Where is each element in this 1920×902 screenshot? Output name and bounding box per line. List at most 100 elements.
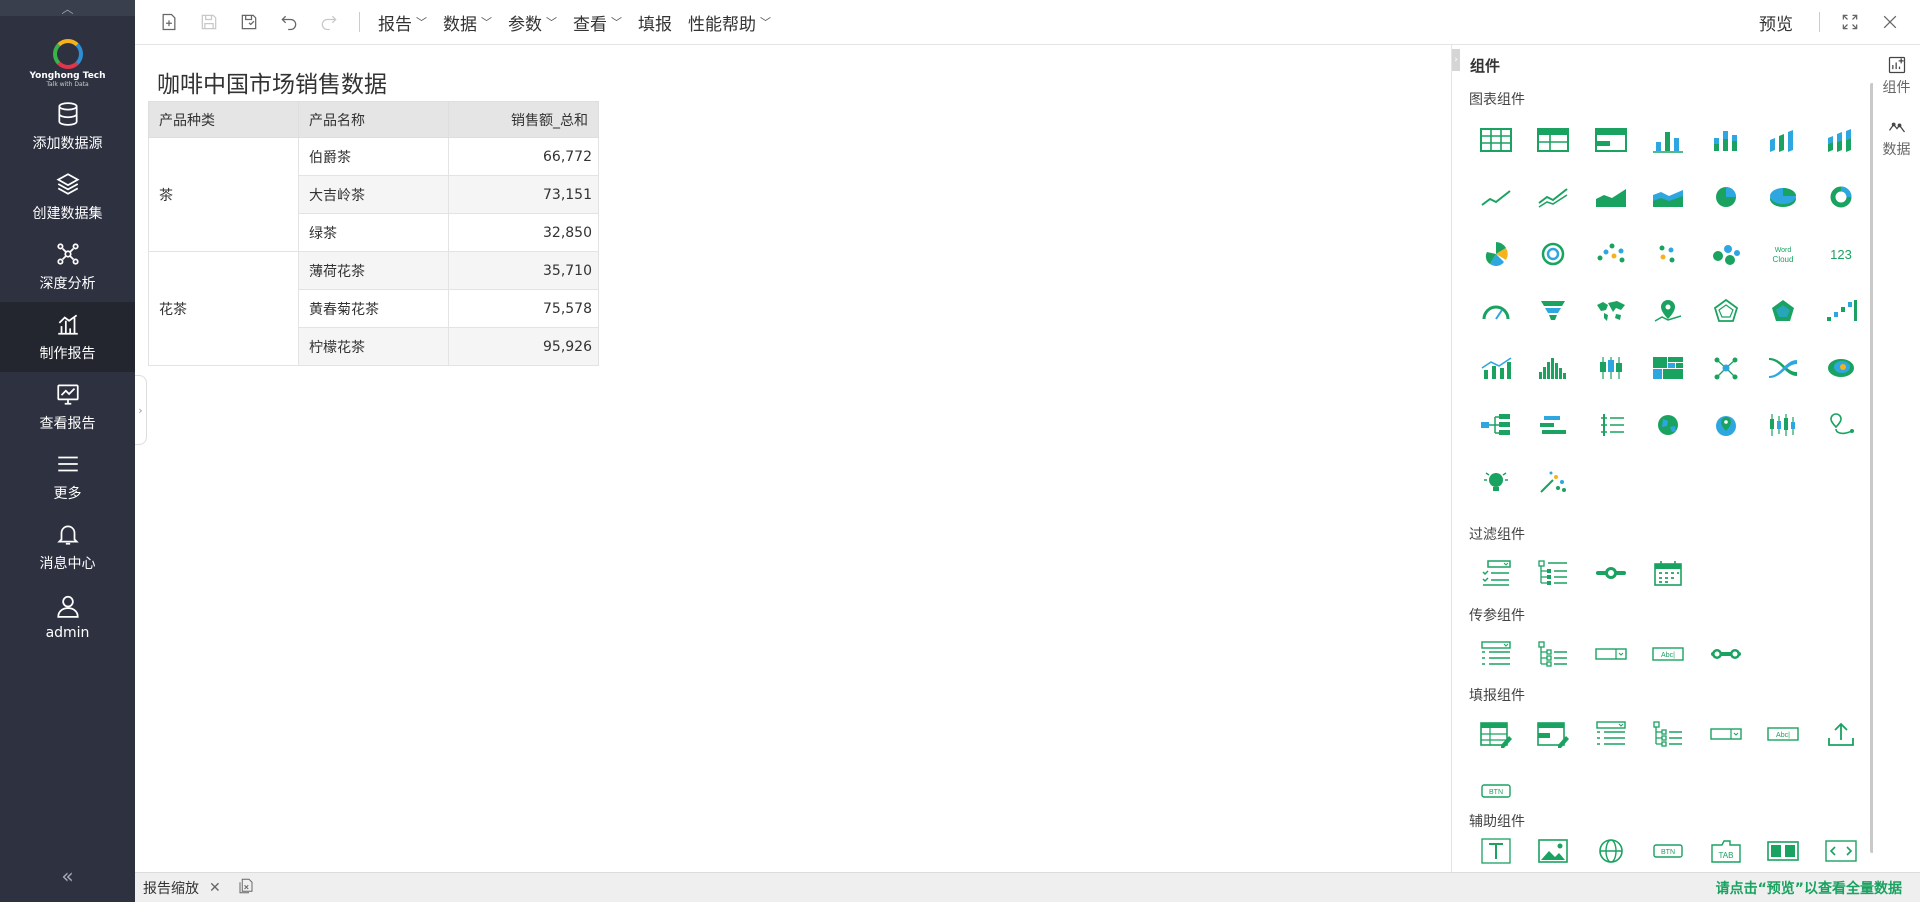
menu-report[interactable]: 报告 ﹀ bbox=[370, 0, 435, 45]
3d-pie-component[interactable] bbox=[1755, 168, 1813, 225]
sidebar-item-add-datasource[interactable]: 添加数据源 bbox=[0, 92, 135, 162]
candlestick-component[interactable] bbox=[1755, 396, 1813, 453]
column-chart-component[interactable] bbox=[1640, 111, 1698, 168]
ring-gauge-component[interactable] bbox=[1525, 225, 1583, 282]
stacked-column-component[interactable] bbox=[1697, 111, 1755, 168]
map-marker-component[interactable] bbox=[1640, 282, 1698, 339]
tab-components[interactable]: 组件 bbox=[1873, 45, 1920, 107]
close-tab-icon[interactable]: ✕ bbox=[209, 880, 221, 896]
redo-button[interactable] bbox=[309, 0, 349, 45]
sidebar-item-create-dataset[interactable]: 创建数据集 bbox=[0, 162, 135, 232]
geo-marker-component[interactable] bbox=[1697, 396, 1755, 453]
list-filter-component[interactable] bbox=[1467, 544, 1525, 601]
fill-upload-component[interactable] bbox=[1812, 705, 1870, 762]
product-name-cell[interactable]: 黄春菊花茶 bbox=[298, 289, 449, 328]
report-canvas[interactable]: › 咖啡中国市场销售数据 产品种类 产品名称 销售额_总和 茶 伯爵茶 66,7… bbox=[135, 45, 1451, 872]
sidebar-item-admin[interactable]: admin bbox=[0, 582, 135, 652]
collapse-panel-handle[interactable]: › bbox=[1452, 49, 1460, 71]
funnel-component[interactable] bbox=[1525, 282, 1583, 339]
route-map-component[interactable] bbox=[1812, 396, 1870, 453]
category-cell[interactable]: 花茶 bbox=[148, 251, 299, 366]
network-component[interactable] bbox=[1697, 339, 1755, 396]
parallel-coordinates-component[interactable] bbox=[1582, 396, 1640, 453]
add-report-tab-button[interactable] bbox=[229, 877, 255, 899]
collapse-up-icon[interactable]: ︿ bbox=[0, 0, 135, 16]
treemap-component[interactable] bbox=[1640, 339, 1698, 396]
expand-left-panel-handle[interactable]: › bbox=[135, 375, 147, 445]
scatter-component[interactable] bbox=[1582, 225, 1640, 282]
save-as-button[interactable] bbox=[229, 0, 269, 45]
sidebar-item-make-report[interactable]: 制作报告 bbox=[0, 302, 135, 372]
sales-value-cell[interactable]: 35,710 bbox=[448, 251, 599, 290]
filled-radar-component[interactable] bbox=[1755, 282, 1813, 339]
text-component[interactable] bbox=[1467, 831, 1525, 871]
combo-chart-component[interactable] bbox=[1467, 339, 1525, 396]
sales-value-cell[interactable]: 66,772 bbox=[448, 137, 599, 176]
gauge-component[interactable] bbox=[1467, 282, 1525, 339]
sales-value-cell[interactable]: 73,151 bbox=[448, 175, 599, 214]
param-list-component[interactable] bbox=[1467, 625, 1525, 682]
rose-chart-component[interactable] bbox=[1467, 225, 1525, 282]
product-name-cell[interactable]: 绿茶 bbox=[298, 213, 449, 252]
param-textinput-component[interactable]: Abc| bbox=[1640, 625, 1698, 682]
menu-view[interactable]: 查看 ﹀ bbox=[565, 0, 630, 45]
3d-column-component[interactable] bbox=[1755, 111, 1813, 168]
globe-component[interactable] bbox=[1640, 396, 1698, 453]
save-button[interactable] bbox=[189, 0, 229, 45]
multi-line-component[interactable] bbox=[1525, 168, 1583, 225]
menu-performance-help[interactable]: 性能帮助 ﹀ bbox=[680, 0, 779, 45]
calendar-filter-component[interactable] bbox=[1640, 544, 1698, 601]
column-header[interactable]: 产品名称 bbox=[298, 101, 449, 138]
word-cloud-component[interactable]: Word Cloud bbox=[1755, 225, 1813, 282]
sidebar-item-messages[interactable]: 消息中心 bbox=[0, 512, 135, 582]
tab-component[interactable]: TAB bbox=[1697, 831, 1755, 871]
image-component[interactable] bbox=[1525, 831, 1583, 871]
3d-stacked-column-component[interactable] bbox=[1812, 111, 1870, 168]
fill-tree-component[interactable] bbox=[1640, 705, 1698, 762]
menu-fill[interactable]: 填报 bbox=[630, 0, 680, 45]
crosstab-table[interactable]: 产品种类 产品名称 销售额_总和 茶 伯爵茶 66,772 大吉岭茶 73,15… bbox=[148, 101, 599, 366]
sales-value-cell[interactable]: 75,578 bbox=[448, 289, 599, 328]
undo-button[interactable] bbox=[269, 0, 309, 45]
heatmap-component[interactable] bbox=[1812, 339, 1870, 396]
crosstab-component[interactable] bbox=[1525, 111, 1583, 168]
preview-button[interactable]: 预览 bbox=[1743, 10, 1809, 35]
param-slider-component[interactable] bbox=[1697, 625, 1755, 682]
fill-textinput-component[interactable]: Abc| bbox=[1755, 705, 1813, 762]
menu-params[interactable]: 参数 ﹀ bbox=[500, 0, 565, 45]
tree-component[interactable] bbox=[1467, 396, 1525, 453]
bubble-chart-component[interactable] bbox=[1697, 225, 1755, 282]
category-cell[interactable]: 茶 bbox=[148, 137, 299, 252]
sankey-component[interactable] bbox=[1755, 339, 1813, 396]
embed-component[interactable] bbox=[1812, 831, 1870, 871]
report-tab[interactable]: 报告缩放 ✕ bbox=[135, 878, 229, 898]
close-button[interactable] bbox=[1870, 0, 1910, 45]
pie-chart-component[interactable] bbox=[1697, 168, 1755, 225]
table-component[interactable] bbox=[1467, 111, 1525, 168]
container-component[interactable] bbox=[1755, 831, 1813, 871]
new-report-button[interactable] bbox=[149, 0, 189, 45]
product-name-cell[interactable]: 伯爵茶 bbox=[298, 137, 449, 176]
report-title[interactable]: 咖啡中国市场销售数据 bbox=[157, 65, 387, 99]
column-header[interactable]: 销售额_总和 bbox=[448, 101, 599, 138]
sidebar-item-deep-analysis[interactable]: 深度分析 bbox=[0, 232, 135, 302]
sidebar-item-more[interactable]: 更多 bbox=[0, 442, 135, 512]
menu-data[interactable]: 数据 ﹀ bbox=[435, 0, 500, 45]
insight-component[interactable] bbox=[1467, 453, 1525, 510]
range-slider-component[interactable] bbox=[1582, 544, 1640, 601]
sales-value-cell[interactable]: 32,850 bbox=[448, 213, 599, 252]
point-chart-component[interactable] bbox=[1640, 225, 1698, 282]
product-name-cell[interactable]: 大吉岭茶 bbox=[298, 175, 449, 214]
column-header[interactable]: 产品种类 bbox=[148, 101, 299, 138]
tree-filter-component[interactable] bbox=[1525, 544, 1583, 601]
line-chart-component[interactable] bbox=[1467, 168, 1525, 225]
tab-data[interactable]: 数据 bbox=[1873, 107, 1920, 169]
world-map-component[interactable] bbox=[1582, 282, 1640, 339]
sidebar-item-view-report[interactable]: 查看报告 bbox=[0, 372, 135, 442]
param-combobox-component[interactable] bbox=[1582, 625, 1640, 682]
area-chart-component[interactable] bbox=[1582, 168, 1640, 225]
product-name-cell[interactable]: 柠檬花茶 bbox=[298, 327, 449, 366]
boxplot-component[interactable] bbox=[1582, 339, 1640, 396]
fill-table-component[interactable] bbox=[1467, 705, 1525, 762]
gantt-component[interactable] bbox=[1525, 396, 1583, 453]
